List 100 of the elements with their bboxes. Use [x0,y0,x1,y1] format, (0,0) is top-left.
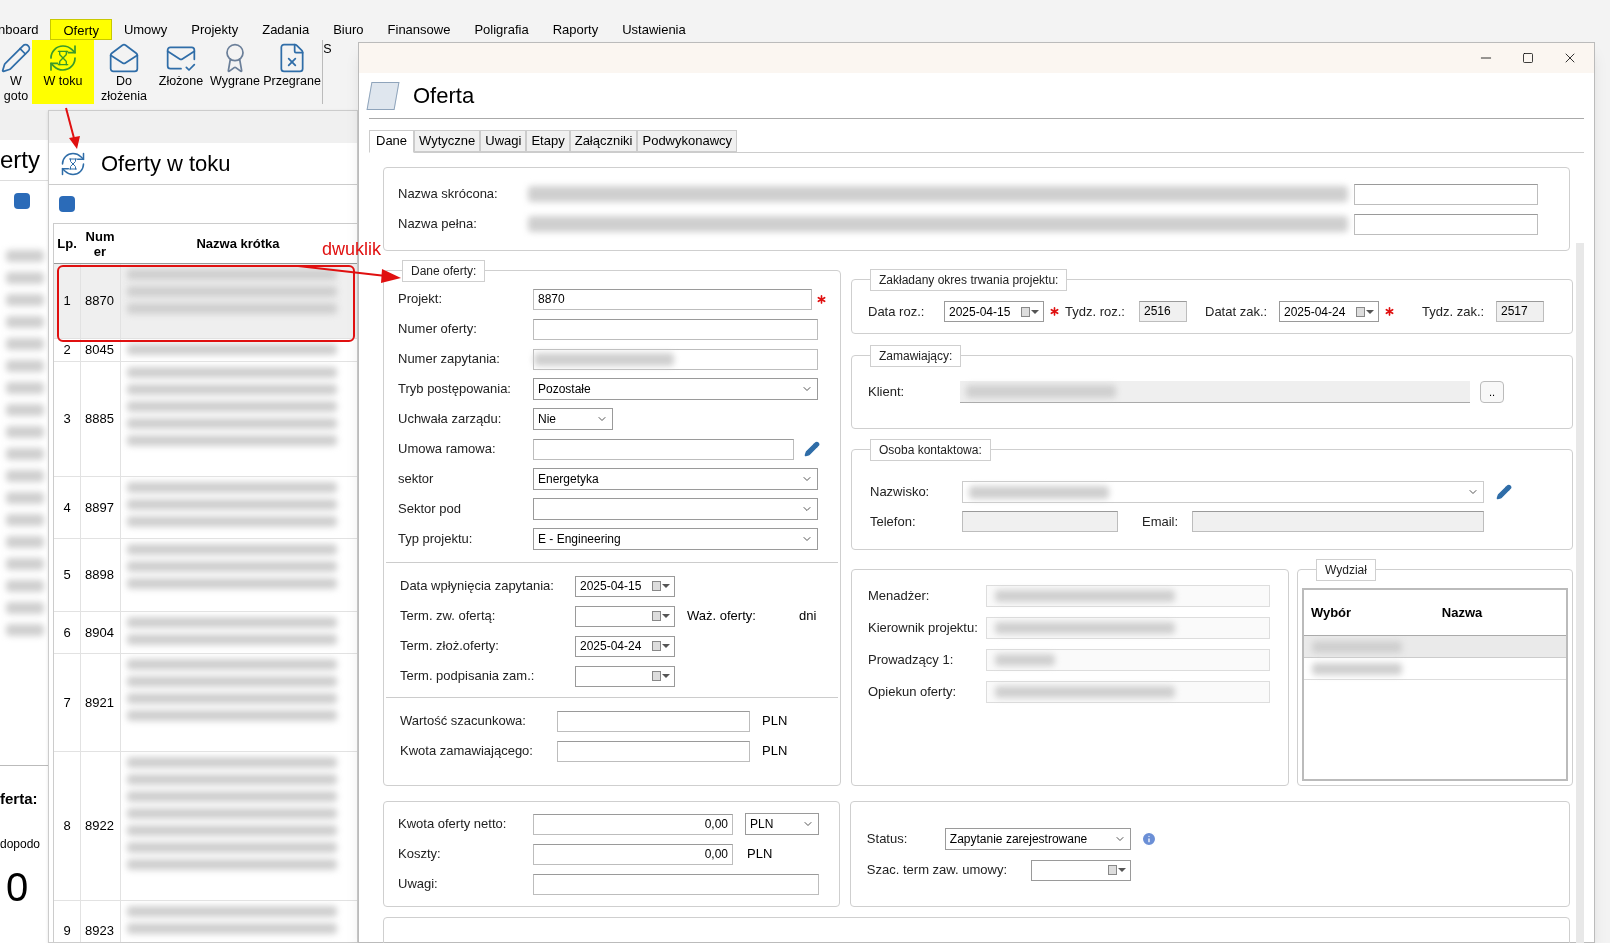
redacted-text [6,272,44,284]
info-icon[interactable] [1140,830,1157,847]
field-label: Projekt: [398,290,444,309]
input-field[interactable]: 0,00 [533,843,733,865]
table-row[interactable]: 8 8922 [54,752,357,901]
menu-tab[interactable]: Biuro [321,19,376,40]
date-picker[interactable] [1030,859,1131,881]
tab[interactable]: Załączniki [569,130,638,152]
redacted-text [6,602,44,614]
calendar-icon [652,641,670,651]
dropdown[interactable] [962,481,1484,503]
table-row[interactable]: 4 8897 [54,477,357,539]
input-field[interactable] [1354,183,1538,205]
scrollbar[interactable] [1576,243,1584,943]
table-row[interactable]: 6 8904 [54,612,357,654]
tab[interactable]: Uwagi [480,130,527,152]
input-field[interactable]: 2516 [1139,301,1187,322]
group-legend: Dane oferty: [402,260,486,282]
field-label: Kierownik projektu: [868,619,979,638]
menu-tab[interactable]: Umowy [111,19,180,40]
toolbar-button[interactable]: S [322,40,332,104]
toolbar-button[interactable]: W goto [0,40,32,104]
dropdown[interactable]: Zapytanie zarejestrowane [944,827,1131,850]
date-picker[interactable] [575,605,675,627]
menu-tab[interactable]: Projekty [179,19,251,40]
table-row[interactable]: 9 8923 [54,901,357,942]
toolbar-button[interactable]: Do złożenia [94,40,154,104]
redacted-text [6,580,44,592]
tab[interactable]: Podwykonawcy [637,130,738,152]
maximize-icon[interactable] [1522,52,1534,64]
browse-button[interactable]: .. [1480,381,1504,403]
table-row[interactable]: 2 8045 [54,339,357,362]
pencil-icon[interactable] [1496,484,1512,500]
field-label: Tydz. zak.: [1422,302,1486,321]
dialog-title: Oferta [413,82,475,110]
table-row[interactable]: 3 8885 [54,362,357,477]
dropdown[interactable] [533,498,818,520]
toolbar-button[interactable]: Złożone [154,40,208,104]
group-legend: Wydział [1316,559,1376,581]
menu-tab[interactable]: Raporty [540,19,611,40]
field-label: Tydz. roz.: [1065,302,1126,321]
redacted-text [6,536,44,548]
toolbar-button[interactable]: Wygrane [208,40,262,104]
toolbar-button[interactable]: W toku [32,40,94,104]
column-header[interactable]: Lp. [54,224,80,263]
toolbar-button[interactable]: Przegrane [262,40,322,104]
input-field[interactable] [533,318,818,340]
input-field[interactable]: 0,00 [533,813,733,835]
column-header[interactable]: Numer [80,224,120,263]
dropdown[interactable]: Nie [533,408,613,430]
redacted-text [6,360,44,372]
tab[interactable]: Dane [369,130,415,153]
date-picker[interactable]: 2025-04-24 [1279,301,1379,322]
date-picker[interactable]: 2025-04-15 [575,575,675,597]
dropdown[interactable]: PLN [745,813,819,835]
annotation-label: dwuklik [322,238,382,261]
input-field[interactable] [533,873,819,895]
input-field[interactable]: 8870 [533,288,812,310]
table-cell: 8045 [80,339,120,361]
calendar-icon [652,671,670,681]
redacted-text [6,514,44,526]
field-label: Telefon: [870,512,917,531]
field-label: Data roz.: [868,302,926,321]
menu-tab[interactable]: Ustawienia [610,19,698,40]
column-header[interactable]: Nazwa krótka [196,233,280,254]
input-field[interactable] [557,740,750,762]
dropdown[interactable]: E - Engineering [533,528,818,550]
dropdown[interactable]: Energetyka [533,468,818,490]
dropdown[interactable]: Pozostałe [533,378,818,400]
tab[interactable]: Etapy [526,130,570,152]
table-row[interactable]: 5 8898 [54,539,357,612]
input-field[interactable] [1192,511,1484,532]
envelope-icon [108,42,140,74]
hourglass-icon [47,42,79,74]
column-header[interactable]: Wybór [1304,602,1358,623]
pencil-icon[interactable] [804,441,820,457]
input-field[interactable]: 2517 [1496,301,1544,322]
menu-tab[interactable]: Zadania [250,19,322,40]
unit-label: PLN [747,845,773,864]
field-label: Tryb postępowania: [398,380,512,399]
date-picker[interactable]: 2025-04-15 [944,301,1044,322]
field-label: Szac. term zaw. umowy: [866,861,1008,880]
menu-tab[interactable]: Finansowe [375,19,463,40]
field-label: Term. złoż.oferty: [400,637,500,656]
input-field[interactable] [962,511,1118,532]
column-header[interactable]: Nazwa [1358,602,1566,623]
menu-tab[interactable]: Poligrafia [462,19,541,40]
input-field[interactable] [1354,213,1538,235]
date-picker[interactable] [575,665,675,687]
field-label: Umowa ramowa: [398,440,497,459]
table-cell-text: 3 [62,410,72,429]
table-row[interactable]: 1 8870 [54,264,357,339]
input-field[interactable] [557,710,750,732]
menu-tab[interactable]: Oferty [50,19,112,40]
input-field[interactable] [533,438,794,460]
date-picker[interactable]: 2025-04-24 [575,635,675,657]
redacted-text [6,250,44,262]
table-row[interactable]: 7 8921 [54,654,357,752]
field-label: Term. zw. ofertą: [400,607,497,626]
tab[interactable]: Wytyczne [414,130,481,152]
